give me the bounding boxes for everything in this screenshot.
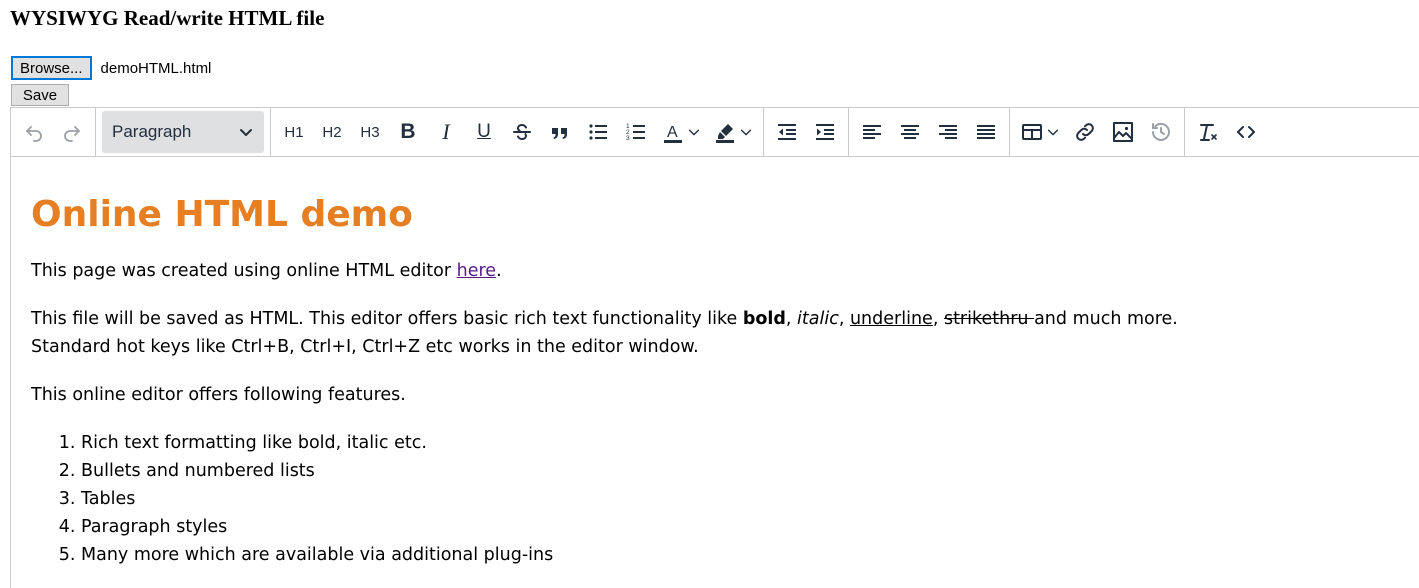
desc-end: and much more.	[1034, 309, 1178, 329]
strikethrough-button[interactable]	[505, 115, 539, 149]
paragraph-features-description: This file will be saved as HTML. This ed…	[31, 305, 1399, 361]
italic-button[interactable]: I	[429, 115, 463, 149]
redo-icon	[64, 126, 80, 142]
list-item: Paragraph styles	[81, 513, 1399, 541]
bold-button[interactable]: B	[391, 115, 425, 149]
bullet-list-icon	[589, 124, 607, 140]
underline-sample: underline	[849, 309, 933, 329]
clear-formatting-button[interactable]	[1191, 115, 1225, 149]
insert-image-button[interactable]	[1106, 115, 1140, 149]
insert-group	[1010, 108, 1185, 156]
text-color-button[interactable]: A	[657, 115, 705, 149]
chevron-down-icon	[1047, 129, 1059, 136]
align-right-icon	[939, 125, 957, 139]
page-title: WYSIWYG Read/write HTML file	[10, 6, 325, 30]
desc-sep: ,	[838, 309, 850, 329]
align-justify-icon	[977, 125, 995, 139]
numbered-list-button[interactable]: 123	[619, 115, 653, 149]
block-format-select[interactable]: Paragraph	[102, 111, 264, 153]
list-item: Tables	[81, 485, 1399, 513]
restore-draft-button[interactable]	[1144, 115, 1178, 149]
paragraph-feature-list-intro: This online editor offers following feat…	[31, 385, 406, 405]
align-left-button[interactable]	[855, 115, 889, 149]
heading-2-button[interactable]: H2	[315, 115, 349, 149]
formatting-group: H1 H2 H3 B I U 123 A	[271, 108, 764, 156]
text-color-icon: A	[664, 124, 682, 143]
history-icon	[1152, 122, 1170, 141]
intro-period: .	[496, 261, 502, 281]
table-icon	[1022, 124, 1042, 140]
numbered-list-icon: 123	[626, 123, 645, 142]
link-icon	[1076, 123, 1094, 141]
image-icon	[1113, 122, 1133, 142]
underline-button[interactable]: U	[467, 115, 501, 149]
editor: Paragraph H1 H2 H3 B I U 123 A Online HT…	[10, 107, 1419, 588]
align-center-button[interactable]	[893, 115, 927, 149]
indent-group	[764, 108, 849, 156]
editor-toolbar: Paragraph H1 H2 H3 B I U 123 A	[11, 108, 1419, 157]
heading-1-button[interactable]: H1	[277, 115, 311, 149]
highlighter-icon	[716, 124, 734, 143]
chevron-down-icon	[740, 129, 752, 136]
align-center-icon	[901, 125, 919, 139]
desc-sep: ,	[932, 309, 944, 329]
list-item: Many more which are available via additi…	[81, 541, 1399, 569]
history-group	[11, 108, 96, 156]
align-right-button[interactable]	[931, 115, 965, 149]
editor-content[interactable]: Online HTML demo This page was created u…	[11, 195, 1419, 569]
selected-file-name: demoHTML.html	[100, 59, 212, 77]
undo-button[interactable]	[17, 115, 51, 149]
strikethru-sample: strikethru	[943, 309, 1035, 329]
alignment-group	[849, 108, 1010, 156]
chevron-down-icon	[240, 129, 252, 136]
chevron-down-icon	[688, 129, 700, 136]
source-code-button[interactable]	[1229, 115, 1263, 149]
here-link[interactable]: here	[457, 261, 496, 281]
file-row: Browse... demoHTML.html	[11, 56, 212, 80]
justify-button[interactable]	[969, 115, 1003, 149]
desc-sep: ,	[785, 309, 798, 329]
highlight-color-button[interactable]	[709, 115, 757, 149]
paragraph-intro: This page was created using online HTML …	[31, 257, 1399, 285]
quote-icon	[552, 128, 567, 139]
browse-button[interactable]: Browse...	[11, 56, 92, 80]
blockquote-button[interactable]	[543, 115, 577, 149]
tools-group	[1185, 108, 1269, 156]
block-format-group: Paragraph	[96, 108, 271, 156]
italic-sample: italic	[797, 309, 839, 329]
feature-list: Rich text formatting like bold, italic e…	[31, 429, 1399, 569]
table-button[interactable]	[1016, 115, 1064, 149]
undo-icon	[26, 126, 42, 142]
indent-button[interactable]	[808, 115, 842, 149]
clear-formatting-icon	[1200, 124, 1217, 141]
indent-icon	[816, 124, 834, 140]
content-heading: Online HTML demo	[31, 194, 413, 235]
strikethrough-icon	[513, 123, 531, 141]
svg-text:3: 3	[626, 135, 630, 142]
block-format-value: Paragraph	[112, 122, 192, 141]
code-icon	[1237, 126, 1255, 138]
heading-3-button[interactable]: H3	[353, 115, 387, 149]
redo-button[interactable]	[55, 115, 89, 149]
intro-text: This page was created using online HTML …	[31, 261, 457, 281]
bold-sample: bold	[742, 309, 786, 329]
desc-text: This file will be saved as HTML. This ed…	[31, 309, 743, 329]
save-button[interactable]: Save	[11, 84, 69, 106]
hotkeys-text: Standard hot keys like Ctrl+B, Ctrl+I, C…	[31, 337, 699, 357]
outdent-icon	[778, 124, 796, 140]
bullet-list-button[interactable]	[581, 115, 615, 149]
insert-link-button[interactable]	[1068, 115, 1102, 149]
align-left-icon	[863, 125, 881, 139]
outdent-button[interactable]	[770, 115, 804, 149]
list-item: Rich text formatting like bold, italic e…	[81, 429, 1399, 457]
list-item: Bullets and numbered lists	[81, 457, 1399, 485]
svg-text:A: A	[667, 124, 678, 141]
